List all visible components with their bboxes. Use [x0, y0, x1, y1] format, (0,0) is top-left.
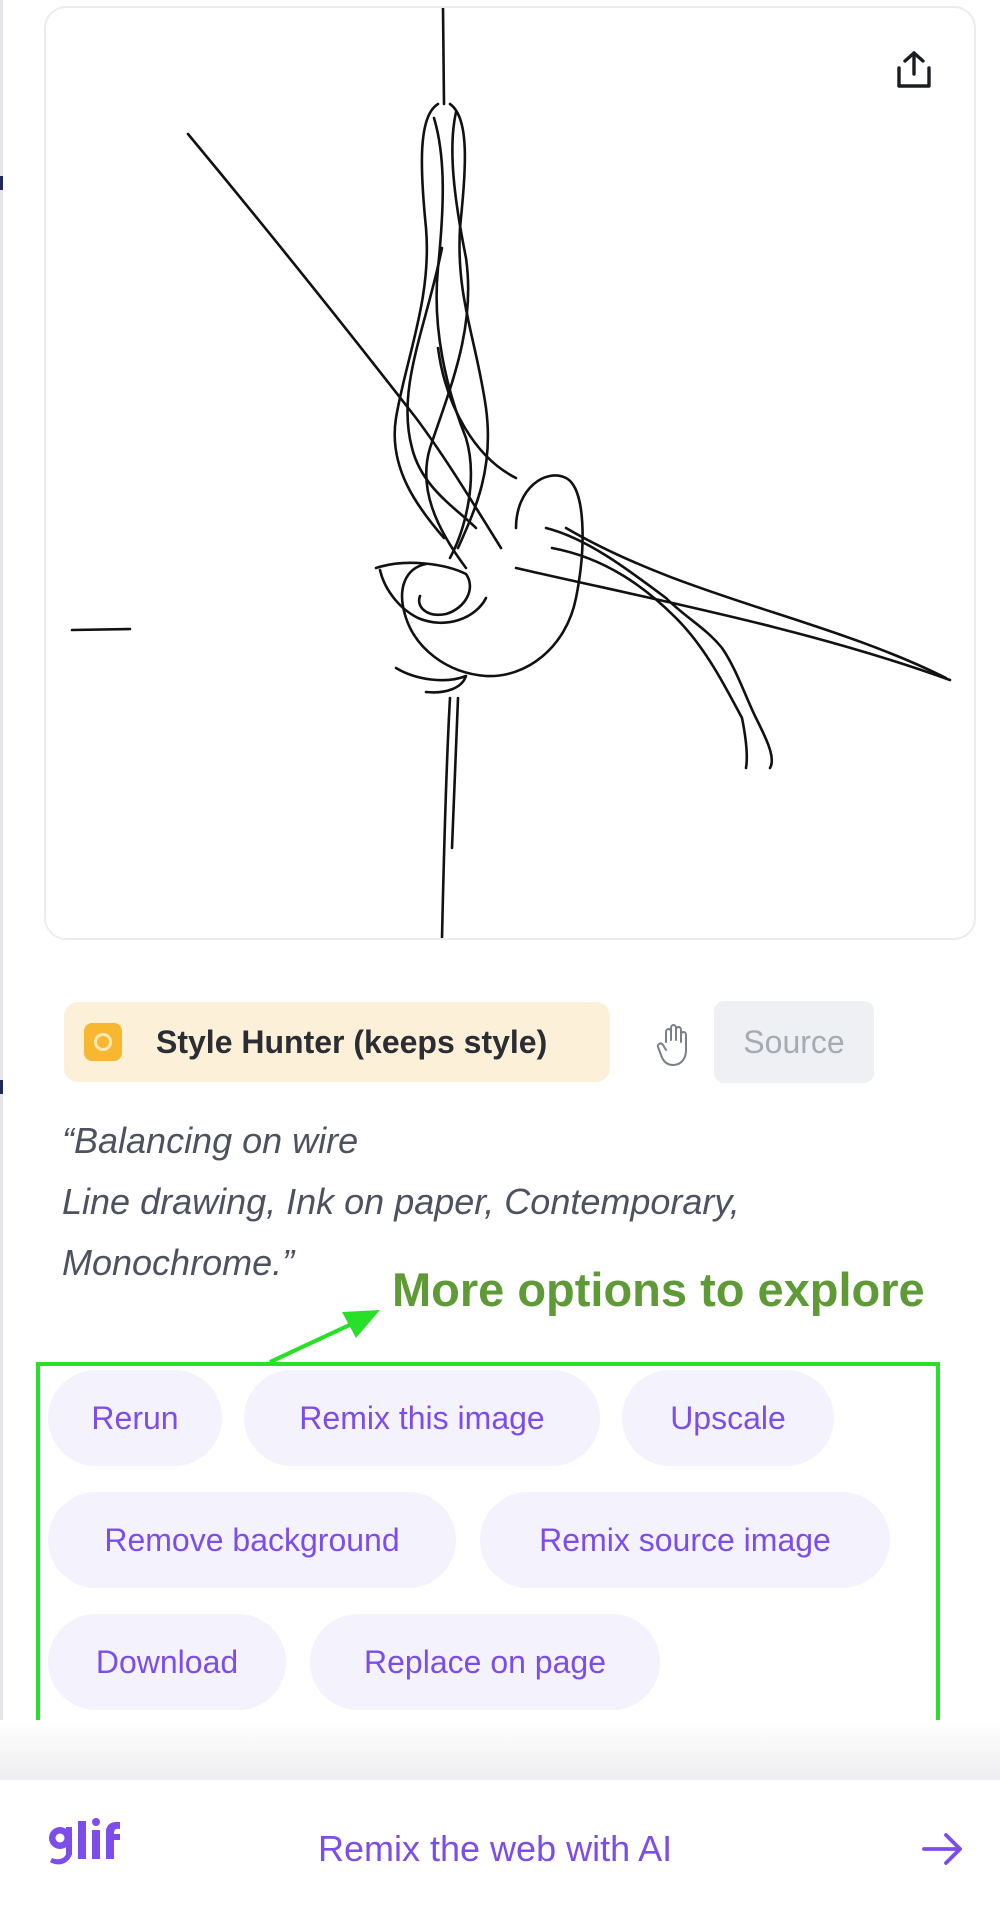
style-hunter-icon — [84, 1023, 122, 1061]
replace-on-page-button[interactable]: Replace on page — [310, 1614, 660, 1710]
glif-logo-text: glif — [46, 1875, 48, 1877]
prompt-line: “Balancing on wire — [62, 1120, 359, 1161]
left-edge-mark — [0, 1080, 3, 1094]
hand-grab-icon[interactable] — [654, 1020, 694, 1068]
prompt-line: Line drawing, Ink on paper, Contemporary… — [62, 1181, 740, 1222]
remix-this-image-button[interactable]: Remix this image — [244, 1370, 600, 1466]
footer-bar: glif Remix the web with AI — [0, 1780, 1000, 1917]
left-edge-mark — [0, 176, 3, 190]
annotation-text: More options to explore — [392, 1263, 925, 1316]
arrow-right-icon[interactable] — [920, 1826, 966, 1872]
footer-shadow — [0, 1720, 1000, 1780]
left-edge-divider — [0, 0, 3, 1780]
glif-panel: Style Hunter (keeps style) Source “Balan… — [0, 0, 1000, 1917]
upscale-button[interactable]: Upscale — [622, 1370, 834, 1466]
remix-source-image-button[interactable]: Remix source image — [480, 1492, 890, 1588]
generated-image-card[interactable] — [44, 6, 976, 940]
download-button[interactable]: Download — [48, 1614, 286, 1710]
style-tag-label: Style Hunter (keeps style) — [156, 1023, 548, 1060]
share-button[interactable] — [888, 44, 940, 96]
rerun-button[interactable]: Rerun — [48, 1370, 222, 1466]
glif-logo[interactable]: glif — [46, 1818, 142, 1878]
line-drawing-image — [70, 8, 952, 938]
style-tag[interactable]: Style Hunter (keeps style) — [64, 1002, 610, 1082]
remix-the-web-link[interactable]: Remix the web with AI — [318, 1828, 672, 1870]
share-upload-icon — [897, 51, 931, 88]
source-button[interactable]: Source — [714, 1001, 874, 1083]
remove-background-button[interactable]: Remove background — [48, 1492, 456, 1588]
